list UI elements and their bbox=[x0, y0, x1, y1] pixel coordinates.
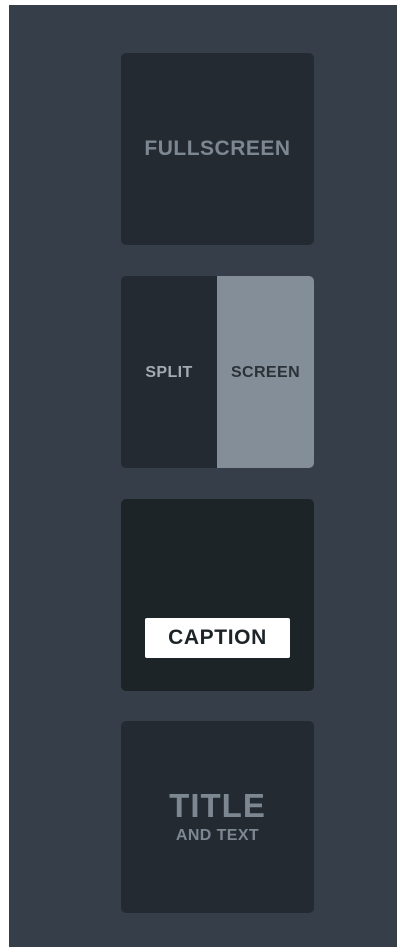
split-label: SPLIT bbox=[145, 364, 193, 381]
subtitle-label: AND TEXT bbox=[175, 827, 260, 844]
layout-fullscreen-option[interactable]: FULLSCREEN bbox=[121, 53, 314, 245]
caption-label: CAPTION bbox=[168, 626, 267, 649]
layout-picker-panel: FULLSCREEN SPLIT SCREEN CAPTION TITLE AN… bbox=[9, 5, 397, 947]
screen-label: SCREEN bbox=[230, 364, 301, 381]
layout-caption-option[interactable]: CAPTION bbox=[121, 499, 314, 691]
layout-split-screen-option[interactable]: SPLIT SCREEN bbox=[121, 276, 314, 468]
split-right-pane: SCREEN bbox=[217, 276, 314, 468]
caption-box: CAPTION bbox=[145, 618, 290, 658]
title-label: TITLE bbox=[169, 787, 266, 824]
layout-title-and-text-option[interactable]: TITLE AND TEXT bbox=[121, 721, 314, 913]
split-left-pane: SPLIT bbox=[121, 276, 217, 468]
fullscreen-label: FULLSCREEN bbox=[144, 137, 291, 160]
